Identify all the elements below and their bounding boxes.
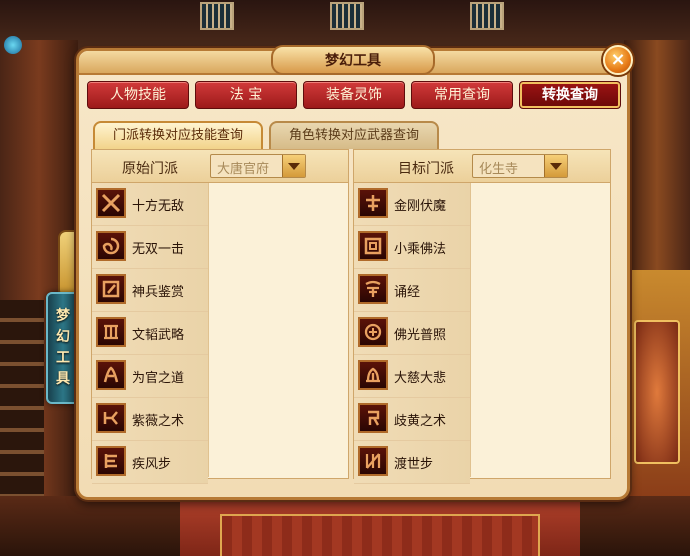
close-button[interactable]: ×	[603, 45, 633, 75]
skill-name: 疾风步	[132, 457, 172, 472]
column-divider	[470, 183, 471, 477]
character-skills-button[interactable]: 人物技能	[87, 81, 189, 109]
skill-name: 十方无敌	[132, 199, 185, 214]
target-sect-value: 化生寺	[479, 162, 519, 177]
top-button-row: 人物技能 法 宝 装备灵饰 常用查询 转换查询	[87, 81, 621, 109]
column-divider	[208, 183, 209, 477]
dragon-painting	[634, 320, 680, 464]
skill-name: 诵经	[394, 285, 421, 300]
source-sect-header: 原始门派 大唐官府	[92, 150, 348, 183]
side-tab-char: 具	[56, 371, 70, 387]
treasure-button[interactable]: 法 宝	[195, 81, 297, 109]
skill-name: 紫薇之术	[132, 414, 185, 429]
chevron-down-icon[interactable]	[544, 155, 567, 177]
equipment-button[interactable]: 装备灵饰	[303, 81, 405, 109]
abacus-shelf	[0, 300, 44, 500]
side-tab-dream-tools[interactable]: 梦 幻 工 具	[46, 292, 80, 404]
skill-item[interactable]: 疾风步	[92, 441, 208, 484]
title-plate: 梦幻工具	[271, 45, 435, 75]
skill-name: 神兵鉴赏	[132, 285, 185, 300]
lotus-icon	[358, 360, 388, 390]
gem-ornament	[4, 36, 22, 54]
cross-blades-icon	[96, 188, 126, 218]
dash-icon	[96, 446, 126, 476]
target-skill-list: 金刚伏魔 小乘佛法 诵经 佛光普照 大慈大悲 歧黄之术 渡世步	[354, 183, 470, 484]
target-sect-label: 目标门派	[398, 161, 454, 177]
skill-item[interactable]: 小乘佛法	[354, 226, 470, 269]
window-title: 梦幻工具	[325, 53, 381, 69]
spiral-icon	[96, 231, 126, 261]
source-sect-value: 大唐官府	[217, 162, 270, 177]
lattice-window	[470, 2, 504, 30]
skill-name: 文韬武略	[132, 328, 185, 343]
chevron-down-icon[interactable]	[282, 155, 305, 177]
conversion-query-button[interactable]: 转换查询	[519, 81, 621, 109]
dream-tools-window: 梦幻工具 × 人物技能 法 宝 装备灵饰 常用查询 转换查询 门派转换对应技能查…	[76, 45, 633, 500]
tab-role-weapon-conversion[interactable]: 角色转换对应武器查询	[269, 121, 439, 149]
blade-frame-icon	[96, 274, 126, 304]
skill-name: 无双一击	[132, 242, 185, 257]
skill-item[interactable]: 金刚伏魔	[354, 183, 470, 226]
skill-item[interactable]: 为官之道	[92, 355, 208, 398]
vajra-icon	[358, 188, 388, 218]
skill-name: 渡世步	[394, 457, 434, 472]
skill-item[interactable]: 大慈大悲	[354, 355, 470, 398]
skill-name: 小乘佛法	[394, 242, 447, 257]
lattice-window	[330, 2, 364, 30]
skill-name: 歧黄之术	[394, 414, 447, 429]
skill-item[interactable]: 无双一击	[92, 226, 208, 269]
close-icon: ×	[610, 49, 626, 70]
skill-item[interactable]: 神兵鉴赏	[92, 269, 208, 312]
sutra-icon	[358, 274, 388, 304]
side-tab-char: 梦	[56, 308, 70, 324]
target-sect-dropdown[interactable]: 化生寺	[472, 154, 568, 178]
stance-icon	[96, 403, 126, 433]
skill-item[interactable]: 佛光普照	[354, 312, 470, 355]
source-sect-column: 原始门派 大唐官府 十方无敌 无双一击 神兵鉴赏 文韬武略 为官之道 紫薇之术 …	[91, 149, 349, 484]
target-sect-column: 目标门派 化生寺 金刚伏魔 小乘佛法 诵经 佛光普照 大慈大悲 歧黄之术 渡世步	[353, 149, 611, 484]
dharma-icon	[358, 231, 388, 261]
skill-item[interactable]: 渡世步	[354, 441, 470, 484]
skill-name: 佛光普照	[394, 328, 447, 343]
skill-item[interactable]: 诵经	[354, 269, 470, 312]
skill-name: 为官之道	[132, 371, 185, 386]
skill-item[interactable]: 歧黄之术	[354, 398, 470, 441]
skill-name: 金刚伏魔	[394, 199, 447, 214]
skill-item[interactable]: 紫薇之术	[92, 398, 208, 441]
common-query-button[interactable]: 常用查询	[411, 81, 513, 109]
lattice-window	[200, 2, 234, 30]
target-sect-header: 目标门派 化生寺	[354, 150, 610, 183]
side-tab-char: 幻	[56, 329, 70, 345]
source-sect-dropdown[interactable]: 大唐官府	[210, 154, 306, 178]
carpet-pattern	[220, 514, 540, 556]
skill-name: 大慈大悲	[394, 371, 447, 386]
skill-item[interactable]: 十方无敌	[92, 183, 208, 226]
herb-icon	[358, 403, 388, 433]
claw-icon	[96, 360, 126, 390]
side-tab-char: 工	[56, 350, 70, 366]
source-sect-label: 原始门派	[122, 161, 178, 177]
skill-item[interactable]: 文韬武略	[92, 312, 208, 355]
scroll-icon	[96, 317, 126, 347]
title-bar: 梦幻工具	[79, 45, 627, 75]
halo-icon	[358, 317, 388, 347]
source-skill-list: 十方无敌 无双一击 神兵鉴赏 文韬武略 为官之道 紫薇之术 疾风步	[92, 183, 208, 484]
tab-sect-skill-conversion[interactable]: 门派转换对应技能查询	[93, 121, 263, 149]
stride-icon	[358, 446, 388, 476]
